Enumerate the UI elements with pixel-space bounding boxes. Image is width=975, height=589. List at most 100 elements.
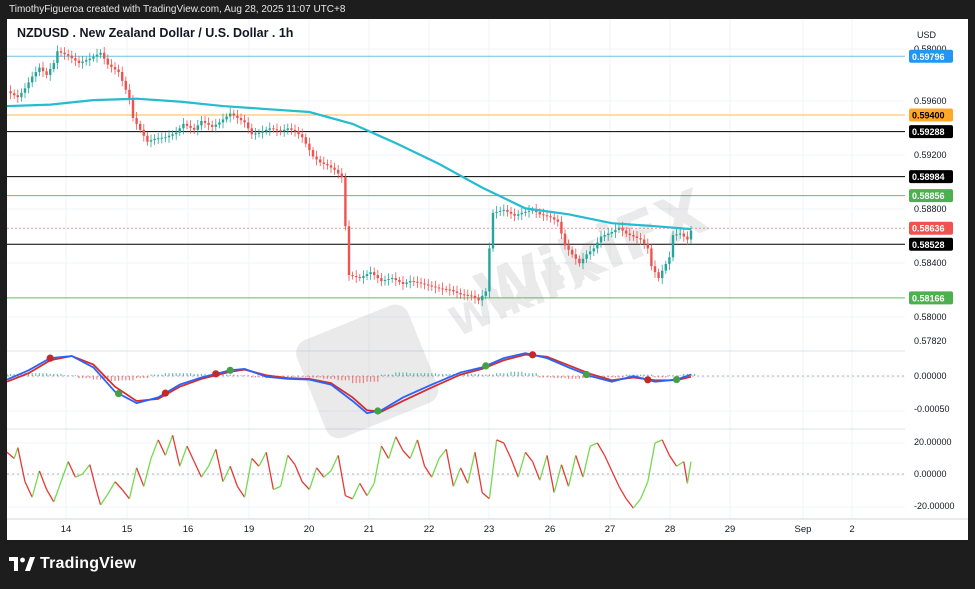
candle-body[interactable] bbox=[675, 234, 678, 236]
candle-body[interactable] bbox=[272, 128, 275, 130]
candle-body[interactable] bbox=[203, 120, 207, 123]
candle-body[interactable] bbox=[92, 56, 95, 59]
candle-body[interactable] bbox=[329, 165, 333, 168]
candle-body[interactable] bbox=[293, 129, 297, 132]
candle-body[interactable] bbox=[369, 272, 372, 275]
candle-body[interactable] bbox=[167, 135, 171, 138]
candle-body[interactable] bbox=[481, 295, 484, 301]
candle-body[interactable] bbox=[682, 233, 685, 237]
candle-body[interactable] bbox=[38, 67, 41, 72]
candle-body[interactable] bbox=[106, 58, 109, 65]
candle-body[interactable] bbox=[250, 128, 253, 135]
candle-body[interactable] bbox=[509, 211, 513, 214]
candle-body[interactable] bbox=[556, 219, 559, 222]
candle-body[interactable] bbox=[243, 120, 246, 123]
candle-body[interactable] bbox=[653, 266, 657, 273]
candle-body[interactable] bbox=[297, 131, 300, 135]
candle-body[interactable] bbox=[513, 213, 516, 216]
candle-body[interactable] bbox=[265, 129, 268, 132]
candle-body[interactable] bbox=[441, 288, 444, 290]
candle-body[interactable] bbox=[333, 167, 336, 170]
candle-body[interactable] bbox=[452, 289, 455, 292]
candle-body[interactable] bbox=[589, 251, 592, 255]
candle-body[interactable] bbox=[45, 71, 48, 75]
candle-body[interactable] bbox=[502, 209, 505, 211]
candle-body[interactable] bbox=[448, 289, 451, 291]
candle-body[interactable] bbox=[463, 294, 466, 296]
candle-body[interactable] bbox=[621, 227, 624, 231]
candle-body[interactable] bbox=[81, 61, 84, 64]
candle-body[interactable] bbox=[229, 113, 232, 117]
candle-body[interactable] bbox=[459, 292, 462, 295]
macd-cross-up-marker[interactable] bbox=[374, 407, 382, 415]
candle-body[interactable] bbox=[232, 113, 235, 116]
candle-body[interactable] bbox=[488, 248, 491, 292]
candle-body[interactable] bbox=[49, 69, 52, 75]
candle-body[interactable] bbox=[41, 67, 45, 72]
candle-body[interactable] bbox=[121, 71, 124, 81]
macd-cross-down-marker[interactable] bbox=[529, 351, 537, 359]
chart-panel[interactable]: WikiFX WikiFX 0.58000 0.59600 0.59200 0.588… bbox=[7, 19, 968, 540]
candle-body[interactable] bbox=[13, 93, 16, 96]
candle-body[interactable] bbox=[52, 63, 55, 70]
macd-cross-up-marker[interactable] bbox=[482, 362, 490, 370]
candle-body[interactable] bbox=[376, 275, 379, 279]
candle-body[interactable] bbox=[455, 291, 459, 293]
candle-body[interactable] bbox=[27, 82, 30, 89]
candle-body[interactable] bbox=[337, 169, 340, 174]
candle-body[interactable] bbox=[283, 129, 286, 132]
candle-body[interactable] bbox=[632, 235, 635, 237]
candle-body[interactable] bbox=[279, 130, 282, 132]
candle-body[interactable] bbox=[635, 236, 639, 239]
candle-body[interactable] bbox=[193, 127, 196, 130]
candle-body[interactable] bbox=[88, 58, 91, 61]
candle-body[interactable] bbox=[182, 123, 185, 129]
candle-body[interactable] bbox=[373, 272, 376, 276]
candle-body[interactable] bbox=[128, 89, 131, 99]
candle-body[interactable] bbox=[247, 122, 250, 129]
macd-cross-down-marker[interactable] bbox=[46, 354, 54, 362]
candle-body[interactable] bbox=[596, 242, 599, 249]
candle-body[interactable] bbox=[113, 67, 117, 70]
candle-body[interactable] bbox=[9, 91, 12, 94]
candle-body[interactable] bbox=[610, 232, 613, 234]
candle-body[interactable] bbox=[581, 258, 585, 264]
candle-body[interactable] bbox=[517, 214, 520, 216]
candle-body[interactable] bbox=[322, 162, 325, 164]
candle-body[interactable] bbox=[470, 295, 473, 297]
macd-cross-up-marker[interactable] bbox=[226, 366, 234, 374]
candle-body[interactable] bbox=[110, 64, 113, 68]
candle-body[interactable] bbox=[319, 159, 322, 163]
candle-body[interactable] bbox=[419, 282, 423, 284]
moving-average-line[interactable] bbox=[7, 97, 692, 231]
candle-body[interactable] bbox=[625, 230, 628, 234]
candle-body[interactable] bbox=[160, 137, 163, 139]
candle-body[interactable] bbox=[347, 226, 351, 276]
candle-body[interactable] bbox=[70, 55, 73, 59]
candle-body[interactable] bbox=[445, 288, 448, 290]
candle-body[interactable] bbox=[290, 128, 293, 130]
candle-body[interactable] bbox=[261, 131, 264, 133]
candle-body[interactable] bbox=[16, 95, 19, 98]
candle-body[interactable] bbox=[326, 163, 329, 166]
candle-body[interactable] bbox=[538, 212, 541, 215]
candle-body[interactable] bbox=[563, 233, 567, 246]
candle-body[interactable] bbox=[394, 278, 397, 281]
candle-body[interactable] bbox=[527, 210, 531, 212]
candle-body[interactable] bbox=[499, 210, 502, 212]
candle-body[interactable] bbox=[301, 134, 304, 138]
candle-body[interactable] bbox=[473, 295, 477, 299]
candle-body[interactable] bbox=[401, 282, 405, 284]
candle-body[interactable] bbox=[553, 217, 556, 220]
candle-body[interactable] bbox=[178, 128, 181, 133]
candle-body[interactable] bbox=[56, 51, 59, 64]
candle-body[interactable] bbox=[311, 150, 315, 157]
macd-cross-up-marker[interactable] bbox=[673, 375, 681, 384]
candle-body[interactable] bbox=[668, 257, 671, 264]
candle-body[interactable] bbox=[427, 284, 430, 286]
candle-body[interactable] bbox=[117, 69, 120, 72]
candle-body[interactable] bbox=[365, 274, 369, 277]
candle-body[interactable] bbox=[95, 54, 99, 57]
candle-body[interactable] bbox=[542, 214, 545, 216]
candle-body[interactable] bbox=[383, 280, 387, 282]
